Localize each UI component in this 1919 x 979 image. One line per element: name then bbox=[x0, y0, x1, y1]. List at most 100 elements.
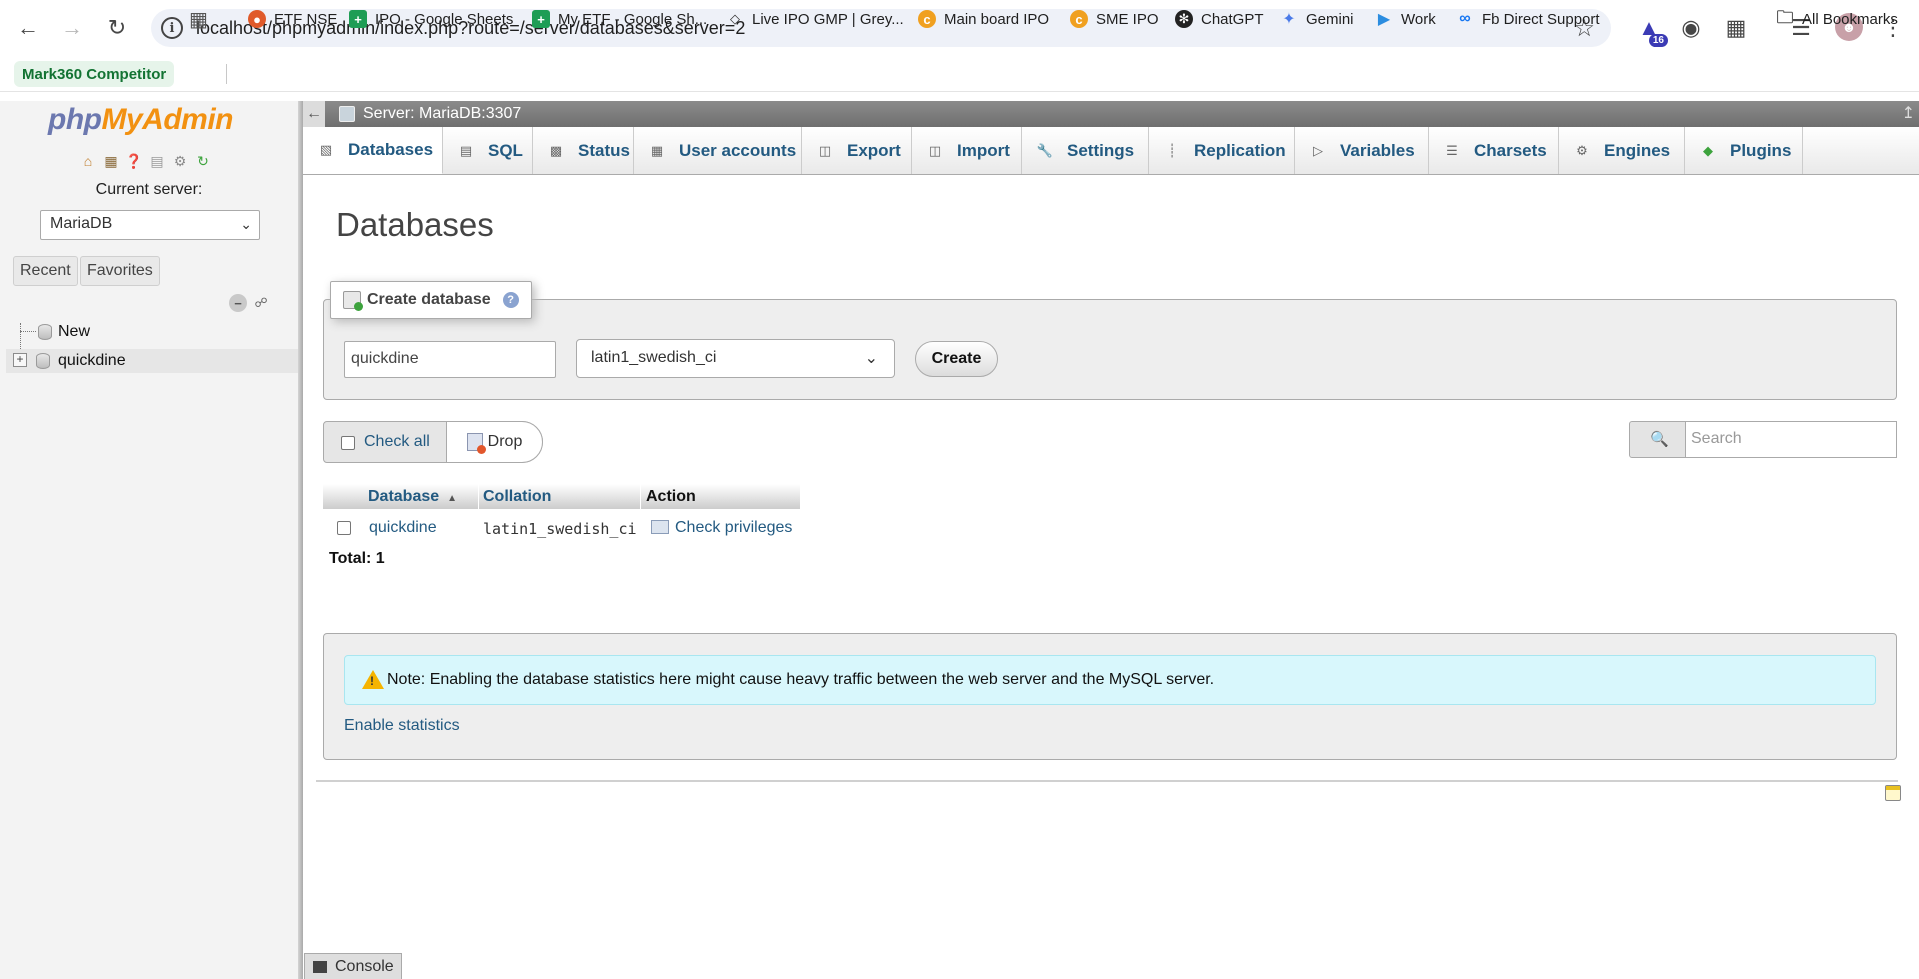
column-divider bbox=[640, 484, 641, 510]
chevron-down-icon: ⌄ bbox=[864, 350, 878, 367]
bookmark-ipo-sheets[interactable]: + IPO - Google Sheets bbox=[349, 7, 513, 31]
create-button[interactable]: Create bbox=[915, 341, 998, 377]
tab-databases[interactable]: ▧ Databases bbox=[303, 127, 443, 174]
scroll-top-icon[interactable]: ↥ bbox=[1902, 103, 1915, 123]
bookmark-chatgpt[interactable]: ✻ ChatGPT bbox=[1175, 7, 1264, 31]
database-name-input[interactable]: quickdine bbox=[344, 341, 556, 378]
create-database-icon bbox=[343, 291, 363, 311]
drop-label: Drop bbox=[487, 433, 523, 450]
tab-replication[interactable]: ┊ Replication bbox=[1149, 127, 1295, 174]
tab-label: Replication bbox=[1194, 140, 1286, 160]
row-checkbox[interactable] bbox=[337, 521, 351, 535]
privileges-icon bbox=[651, 520, 669, 534]
tab-status[interactable]: ▩ Status bbox=[533, 127, 634, 174]
tree-item-new[interactable]: New bbox=[38, 320, 90, 344]
bookmark-my-etf[interactable]: + My ETF - Google Sh... bbox=[532, 7, 707, 31]
bookmark-work[interactable]: ▶ Work bbox=[1375, 7, 1436, 31]
tree-item-quickdine[interactable]: quickdine bbox=[36, 349, 126, 373]
console-toggle[interactable]: Console bbox=[304, 953, 402, 979]
export-icon: ◫ bbox=[818, 142, 832, 158]
collation-select[interactable]: latin1_swedish_ci ⌄ bbox=[576, 339, 895, 378]
robot-icon[interactable]: ◉ bbox=[1674, 11, 1708, 45]
bookmark-gemini[interactable]: ✦ Gemini bbox=[1280, 7, 1353, 31]
reload-icon[interactable]: ↻ bbox=[100, 11, 134, 45]
chevron-down-icon: ⌄ bbox=[240, 216, 252, 232]
gemini-icon: ✦ bbox=[1282, 11, 1296, 28]
search-icon: 🔍 bbox=[1650, 431, 1669, 448]
drop-button[interactable]: Drop bbox=[446, 421, 543, 463]
tab-label: Import bbox=[957, 140, 1010, 160]
database-link[interactable]: quickdine bbox=[369, 519, 437, 537]
server-select[interactable]: MariaDB ⌄ bbox=[40, 210, 260, 240]
bookmark-etf-nse[interactable]: ● ETF NSE bbox=[248, 7, 337, 31]
charsets-icon: ☰ bbox=[1446, 142, 1458, 158]
forward-icon[interactable]: → bbox=[55, 11, 89, 45]
bookmark-live-ipo-gmp[interactable]: ◇ Live IPO GMP | Grey... bbox=[726, 7, 904, 31]
expand-icon[interactable]: + bbox=[13, 353, 27, 367]
tab-engines[interactable]: ⚙ Engines bbox=[1559, 127, 1685, 174]
check-all-label[interactable]: Check all bbox=[364, 433, 430, 451]
check-privileges-link[interactable]: Check privileges bbox=[651, 519, 792, 537]
puzzle-icon: ◆ bbox=[1703, 142, 1713, 158]
back-icon[interactable]: ← bbox=[11, 11, 45, 45]
settings-gear-icon[interactable]: ⚙ bbox=[170, 151, 190, 171]
etf-nse-icon: ● bbox=[248, 10, 266, 28]
bookmark-label: ETF NSE bbox=[274, 10, 338, 28]
wrench-icon: 🔧 bbox=[1036, 142, 1054, 158]
meta-icon: ∞ bbox=[1459, 10, 1471, 27]
recent-tables-button[interactable]: Recent bbox=[13, 256, 78, 286]
tab-charsets[interactable]: ☰ Charsets bbox=[1429, 127, 1559, 174]
search-input[interactable]: Search bbox=[1685, 421, 1897, 458]
total-count: Total: 1 bbox=[329, 550, 385, 567]
tab-export[interactable]: ◫ Export bbox=[802, 127, 912, 174]
favorite-tables-button[interactable]: Favorites bbox=[80, 256, 160, 286]
top-menu-tabs: ▧ Databases ▤ SQL ▩ Status ▦ User accounts ◫… bbox=[303, 127, 1919, 175]
collapse-all-icon[interactable]: − bbox=[229, 294, 247, 312]
extension-graduation-icon[interactable]: ▲ 16 bbox=[1632, 11, 1668, 47]
column-header-database[interactable]: Database ▲ bbox=[368, 488, 457, 506]
tab-import[interactable]: ◫ Import bbox=[912, 127, 1022, 174]
navigation-icons: ⌂ ▦ ❓ ▤ ⚙ ↻ bbox=[78, 151, 213, 171]
logout-icon[interactable]: ▦ bbox=[101, 151, 121, 171]
bookmark-fb-direct-support[interactable]: ∞ Fb Direct Support bbox=[1456, 7, 1599, 31]
column-header-collation[interactable]: Collation bbox=[483, 488, 551, 506]
phpmyadmin-logo[interactable]: phpMyAdmin bbox=[48, 103, 233, 137]
replication-icon: ┊ bbox=[1168, 142, 1176, 158]
enable-statistics-link[interactable]: Enable statistics bbox=[344, 717, 460, 735]
help-icon[interactable]: ? bbox=[502, 292, 519, 308]
bookmark-mark360[interactable]: Mark360 Competitor bbox=[14, 61, 175, 87]
page-title: Databases bbox=[336, 206, 494, 243]
navigation-resizer[interactable] bbox=[298, 101, 303, 979]
extension-badge: 16 bbox=[1648, 34, 1668, 47]
help-icon[interactable]: ❓ bbox=[124, 151, 144, 171]
check-all-checkbox[interactable] bbox=[341, 436, 355, 450]
logo-admin: Admin bbox=[142, 103, 233, 136]
tab-variables[interactable]: ▷ Variables bbox=[1295, 127, 1429, 174]
server-breadcrumb[interactable]: Server: MariaDB:3307 bbox=[363, 105, 521, 123]
tab-settings[interactable]: 🔧 Settings bbox=[1022, 127, 1149, 174]
tab-sql[interactable]: ▤ SQL bbox=[443, 127, 533, 174]
home-icon[interactable]: ⌂ bbox=[78, 151, 98, 171]
bookmark-label: Live IPO GMP | Grey... bbox=[752, 10, 904, 28]
reload-nav-icon[interactable]: ↻ bbox=[193, 151, 213, 171]
page-settings-icon[interactable] bbox=[1885, 785, 1901, 801]
apps-grid-icon[interactable]: ▦ bbox=[189, 7, 208, 31]
tab-user-accounts[interactable]: ▦ User accounts bbox=[634, 127, 802, 174]
documentation-icon[interactable]: ▤ bbox=[147, 151, 167, 171]
tab-label: User accounts bbox=[679, 140, 797, 160]
current-server-label: Current server: bbox=[95, 181, 203, 198]
collapse-navigation-icon[interactable]: ← bbox=[303, 101, 325, 127]
site-info-icon[interactable]: i bbox=[161, 17, 183, 39]
extensions-puzzle-icon[interactable]: ▦ bbox=[1719, 11, 1753, 45]
bookmark-main-board-ipo[interactable]: c Main board IPO bbox=[918, 7, 1049, 31]
all-bookmarks[interactable]: 🗀 All Bookmarks bbox=[1776, 7, 1898, 31]
logo-php: php bbox=[48, 103, 102, 136]
databases-table-header: Database ▲ Collation Action bbox=[323, 484, 800, 510]
sheets-icon: + bbox=[349, 10, 367, 28]
diamond-icon: ◇ bbox=[730, 11, 740, 26]
link-with-main-icon[interactable]: ☍ bbox=[252, 294, 270, 312]
bookmark-sme-ipo[interactable]: c SME IPO bbox=[1070, 7, 1159, 31]
create-database-legend: Create database ? bbox=[330, 281, 532, 319]
bookmark-label: Work bbox=[1401, 10, 1436, 28]
tab-plugins[interactable]: ◆ Plugins bbox=[1685, 127, 1803, 174]
